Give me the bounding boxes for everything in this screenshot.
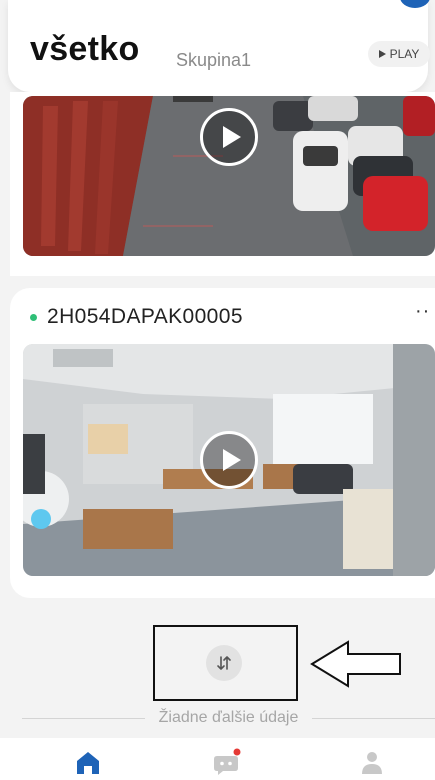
play-video-button-1[interactable] (200, 108, 258, 166)
more-options-button[interactable]: ·· (415, 300, 430, 323)
bottom-navigation (0, 738, 435, 780)
play-video-button-2[interactable] (200, 431, 258, 489)
camera-preview-1[interactable] (23, 96, 435, 256)
play-label: PLAY (389, 47, 420, 61)
nav-profile[interactable] (352, 748, 392, 780)
group-name[interactable]: Skupina1 (176, 50, 251, 71)
play-all-button[interactable]: PLAY (368, 41, 430, 67)
chat-icon (214, 748, 241, 775)
profile-avatar[interactable] (400, 0, 430, 8)
play-icon (223, 449, 241, 471)
home-icon (77, 752, 99, 774)
sort-button[interactable] (206, 645, 242, 681)
no-more-data-text: Žiadne ďalšie údaje (158, 709, 299, 726)
sort-icon (217, 656, 231, 670)
device-name[interactable]: 2H054DAPAK00005 (47, 305, 243, 329)
nav-home[interactable] (68, 748, 108, 780)
end-of-list-divider: Žiadne ďalšie údaje (22, 708, 435, 728)
page-title: všetko (30, 30, 140, 68)
camera-preview-2[interactable] (23, 344, 435, 576)
left-arrow-annotation (310, 640, 401, 688)
header: všetko Skupina1 PLAY (8, 0, 430, 92)
nav-messages[interactable] (207, 748, 247, 780)
play-icon (378, 50, 386, 58)
online-status-dot (30, 313, 37, 321)
person-icon (362, 752, 382, 774)
device-header: 2H054DAPAK00005 (30, 305, 243, 329)
notification-dot (233, 748, 241, 756)
play-icon (223, 126, 241, 148)
